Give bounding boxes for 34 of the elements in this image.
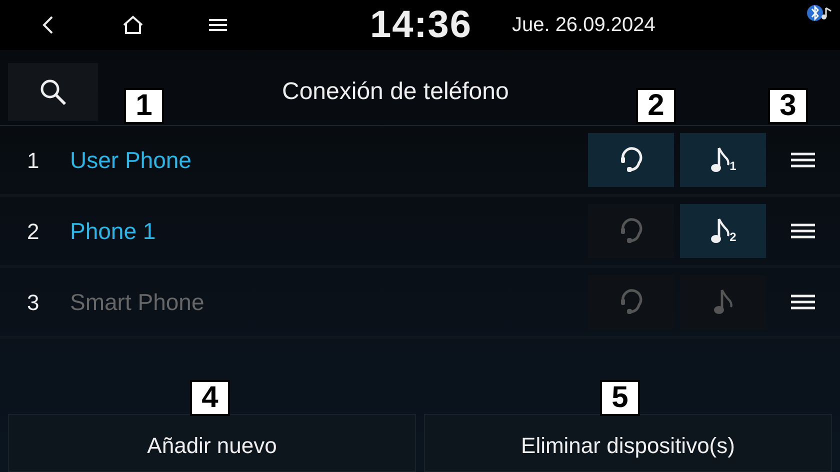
callout-number: 2 [636, 88, 676, 124]
device-number: 1 [26, 146, 40, 174]
headset-icon [618, 216, 644, 246]
clock: 14:36 [370, 2, 472, 48]
screen-title: Conexión de teléfono [282, 76, 509, 106]
date: Jue. 26.09.2024 [512, 13, 656, 38]
action-button[interactable]: Eliminar dispositivo(s) [424, 414, 832, 472]
callout-number: 5 [600, 380, 640, 416]
back-icon [41, 15, 55, 35]
device-name[interactable]: User Phone [70, 142, 192, 178]
headset-icon [618, 287, 644, 317]
music-note-icon [710, 145, 730, 175]
handsfree-button[interactable] [588, 133, 674, 187]
menu-icon [209, 18, 227, 32]
callout-number: 1 [124, 88, 164, 124]
menu-icon [791, 294, 815, 310]
device-name[interactable]: Phone 1 [70, 214, 156, 248]
device-number: 2 [26, 218, 40, 246]
callout-number: 4 [190, 380, 230, 416]
menu-icon [791, 152, 815, 168]
menu-icon [791, 223, 815, 239]
music-note-icon [713, 287, 733, 317]
device-number: 3 [26, 288, 40, 316]
music-note-icon [710, 216, 730, 246]
audio-slot-number: 2 [730, 229, 736, 246]
home-icon [122, 15, 144, 35]
search-button[interactable] [8, 62, 98, 120]
action-button[interactable]: Añadir nuevo [8, 414, 416, 472]
audio-button[interactable]: 1 [680, 133, 766, 187]
headset-icon [618, 145, 644, 175]
callout-number: 3 [768, 88, 808, 124]
bluetooth-audio-icon [806, 4, 834, 22]
audio-slot-number: 1 [730, 158, 736, 175]
audio-button[interactable]: 2 [680, 204, 766, 258]
